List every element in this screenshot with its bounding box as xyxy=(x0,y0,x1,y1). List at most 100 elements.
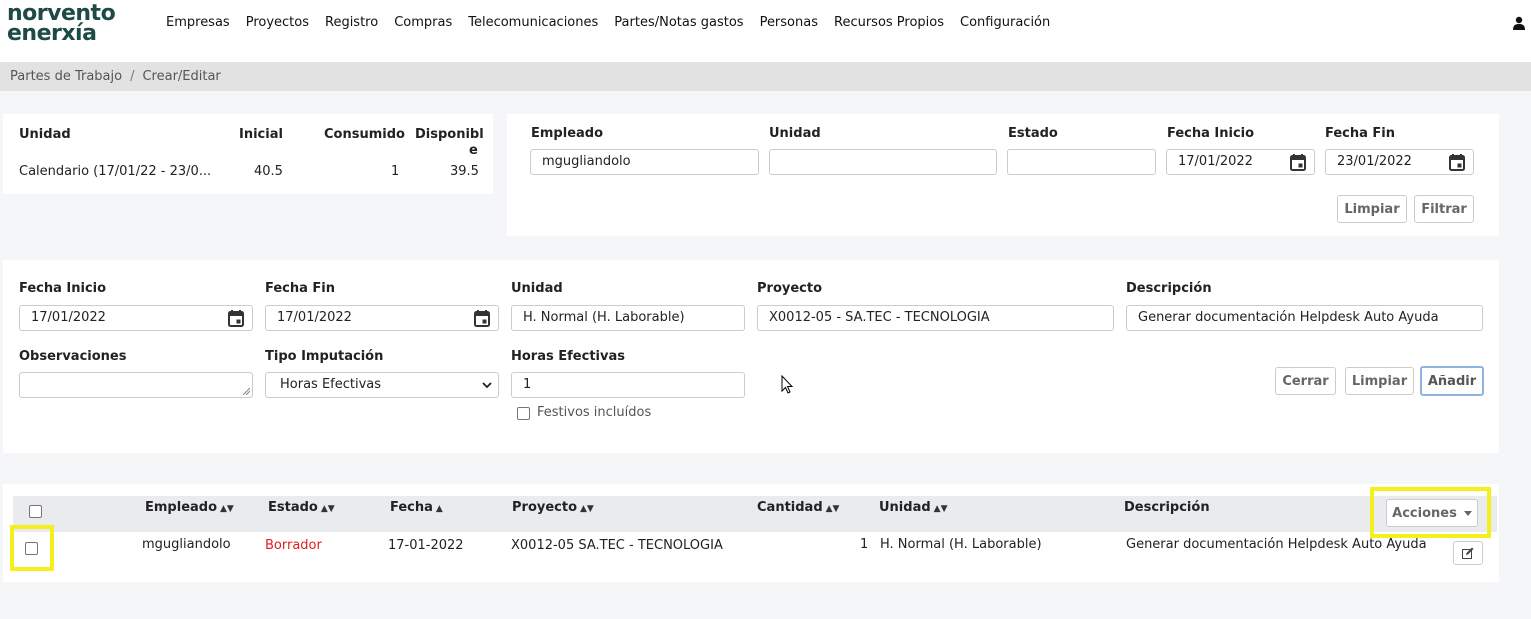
highlight-acciones xyxy=(1370,487,1491,538)
col-cantidad-label: Cantidad xyxy=(757,500,823,515)
highlight-row-checkbox xyxy=(10,525,54,571)
filter-fecha-inicio-value: 17/01/2022 xyxy=(1178,154,1253,169)
row-unidad: H. Normal (H. Laborable) xyxy=(880,537,1042,552)
entry-form-panel: Fecha Inicio 17/01/2022 Fecha Fin 17/01/… xyxy=(3,260,1499,453)
summary-header-disponible: Disponibl xyxy=(415,127,484,142)
row-cantidad: 1 xyxy=(860,537,869,552)
filter-estado-label: Estado xyxy=(1008,126,1058,141)
form-fecha-inicio-value: 17/01/2022 xyxy=(31,310,106,325)
sort-icon: ▲▼ xyxy=(933,504,948,514)
filter-empleado-label: Empleado xyxy=(531,126,604,141)
form-descripcion-input[interactable]: Generar documentación Helpdesk Auto Ayud… xyxy=(1126,305,1483,331)
cerrar-button[interactable]: Cerrar xyxy=(1275,367,1336,395)
calendar-icon[interactable] xyxy=(1290,154,1306,171)
table-header-row: Empleado ▲▼ Estado ▲▼ Fecha ▲ Proyecto ▲▼ Ca… xyxy=(13,496,1497,532)
form-unidad-label: Unidad xyxy=(511,281,563,296)
sort-icon: ▲▼ xyxy=(825,504,840,514)
festivos-checkbox[interactable] xyxy=(517,407,530,420)
select-all-checkbox[interactable] xyxy=(29,505,42,518)
nav-partes-notas-gastos[interactable]: Partes/Notas gastos xyxy=(614,15,743,30)
summary-inicial-value: 40.5 xyxy=(254,164,283,179)
summary-unidad-value: Calendario (17/01/22 - 23/0... xyxy=(19,164,212,179)
filter-unidad-input[interactable] xyxy=(769,149,997,175)
top-navbar: norvento enerxía Empresas Proyectos Regi… xyxy=(0,0,1531,62)
col-cantidad[interactable]: Cantidad ▲▼ xyxy=(757,500,839,515)
form-unidad-input[interactable]: H. Normal (H. Laborable) xyxy=(511,305,745,331)
summary-header-inicial: Inicial xyxy=(239,127,283,142)
col-unidad[interactable]: Unidad ▲▼ xyxy=(879,500,948,515)
col-proyecto[interactable]: Proyecto ▲▼ xyxy=(512,500,594,515)
summary-header-unidad: Unidad xyxy=(19,127,71,142)
nav-configuracion[interactable]: Configuración xyxy=(960,15,1050,30)
filter-empleado-input[interactable]: mgugliandolo xyxy=(530,149,759,175)
form-limpiar-button[interactable]: Limpiar xyxy=(1345,367,1414,395)
nav-proyectos[interactable]: Proyectos xyxy=(246,15,309,30)
breadcrumb-partes-de-trabajo[interactable]: Partes de Trabajo xyxy=(10,69,122,84)
filter-fecha-fin-value: 23/01/2022 xyxy=(1337,154,1412,169)
form-proyecto-label: Proyecto xyxy=(757,281,823,296)
filter-fecha-inicio-label: Fecha Inicio xyxy=(1167,126,1255,141)
resize-handle-icon[interactable] xyxy=(243,388,250,395)
nav-compras[interactable]: Compras xyxy=(394,15,452,30)
form-fecha-fin-value: 17/01/2022 xyxy=(277,310,352,325)
logo-line-2: enerxía xyxy=(7,21,97,46)
form-descripcion-label: Descripción xyxy=(1126,281,1212,296)
col-fecha[interactable]: Fecha ▲ xyxy=(390,500,443,515)
festivos-label: Festivos incluídos xyxy=(537,405,652,420)
form-fecha-fin-input[interactable]: 17/01/2022 xyxy=(265,305,499,331)
form-horas-efectivas-label: Horas Efectivas xyxy=(511,349,625,364)
mouse-cursor-icon xyxy=(781,375,794,394)
calendar-icon[interactable] xyxy=(474,310,490,327)
summary-header-consumido: Consumido xyxy=(324,127,405,142)
nav-personas[interactable]: Personas xyxy=(760,15,818,30)
row-empleado: mgugliandolo xyxy=(142,537,231,552)
row-edit-button[interactable] xyxy=(1453,541,1483,565)
nav-empresas[interactable]: Empresas xyxy=(166,15,230,30)
chevron-down-icon xyxy=(482,382,492,389)
calendar-icon[interactable] xyxy=(228,310,244,327)
filter-fecha-fin-label: Fecha Fin xyxy=(1325,126,1396,141)
col-empleado[interactable]: Empleado ▲▼ xyxy=(145,500,234,515)
sort-icon: ▲▼ xyxy=(220,504,234,514)
filter-fecha-inicio-input[interactable]: 17/01/2022 xyxy=(1166,149,1315,175)
filter-estado-input[interactable] xyxy=(1007,149,1156,175)
nav-registro[interactable]: Registro xyxy=(325,15,378,30)
form-fecha-inicio-input[interactable]: 17/01/2022 xyxy=(19,305,253,331)
sort-asc-icon: ▲ xyxy=(435,504,443,514)
form-fecha-inicio-label: Fecha Inicio xyxy=(19,281,107,296)
user-icon[interactable] xyxy=(1513,16,1525,30)
breadcrumb-crear-editar: Crear/Editar xyxy=(142,69,221,84)
sort-icon: ▲▼ xyxy=(580,504,594,514)
form-tipo-imputacion-label: Tipo Imputación xyxy=(265,349,384,364)
summary-panel: Unidad Inicial Consumido Disponibl e Cal… xyxy=(3,114,493,194)
filter-panel: Empleado mgugliandolo Unidad Estado Fech… xyxy=(507,114,1499,236)
form-proyecto-input[interactable]: X0012-05 - SA.TEC - TECNOLOGIA xyxy=(757,305,1114,331)
form-tipo-imputacion-select[interactable]: Horas Efectivas xyxy=(265,372,499,398)
col-proyecto-label: Proyecto xyxy=(512,500,578,515)
anadir-button[interactable]: Añadir xyxy=(1420,366,1484,396)
form-fecha-fin-label: Fecha Fin xyxy=(265,281,336,296)
row-fecha: 17-01-2022 xyxy=(388,538,464,553)
filter-filtrar-button[interactable]: Filtrar xyxy=(1414,195,1474,223)
filter-fecha-fin-input[interactable]: 23/01/2022 xyxy=(1325,149,1474,175)
nav-recursos-propios[interactable]: Recursos Propios xyxy=(834,15,944,30)
form-observaciones-label: Observaciones xyxy=(19,349,127,364)
filter-limpiar-button[interactable]: Limpiar xyxy=(1337,195,1407,223)
col-estado[interactable]: Estado ▲▼ xyxy=(268,500,335,515)
calendar-icon[interactable] xyxy=(1449,154,1465,171)
nav-telecomunicaciones[interactable]: Telecomunicaciones xyxy=(468,15,598,30)
form-observaciones-textarea[interactable] xyxy=(19,372,253,398)
breadcrumb-separator: / xyxy=(130,69,135,84)
row-proyecto: X0012-05 SA.TEC - TECNOLOGIA xyxy=(511,538,723,553)
col-empleado-label: Empleado xyxy=(145,500,218,515)
col-fecha-label: Fecha xyxy=(390,500,433,515)
main-menu: Empresas Proyectos Registro Compras Tele… xyxy=(166,15,1050,30)
summary-disponible-value: 39.5 xyxy=(450,164,479,179)
col-unidad-label: Unidad xyxy=(879,500,931,515)
edit-icon xyxy=(1462,547,1474,559)
filter-unidad-label: Unidad xyxy=(769,126,821,141)
breadcrumb: Partes de Trabajo / Crear/Editar xyxy=(0,62,1531,91)
form-horas-efectivas-input[interactable]: 1 xyxy=(511,372,745,398)
form-tipo-imputacion-value: Horas Efectivas xyxy=(280,377,382,392)
norvento-logo[interactable]: norvento enerxía xyxy=(7,3,122,46)
